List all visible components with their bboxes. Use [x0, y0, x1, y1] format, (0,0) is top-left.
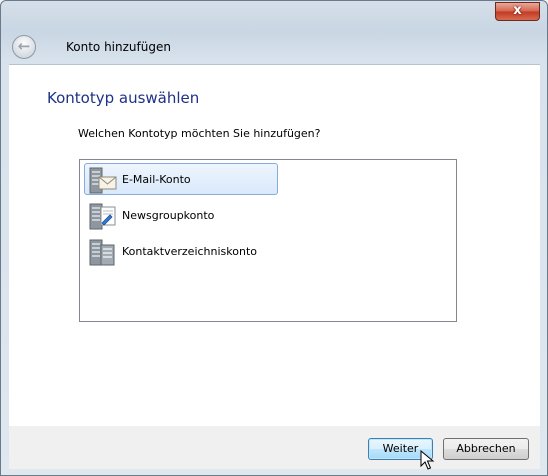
list-item-directory-account[interactable]: Kontaktverzeichniskonto [84, 235, 278, 267]
navigation-bar: ← Konto hinzufügen [9, 32, 540, 64]
item-label-directory: Kontaktverzeichniskonto [122, 245, 258, 258]
wizard-content: Kontotyp auswählen Welchen Kontotyp möch… [9, 64, 540, 428]
back-arrow-icon: ← [17, 37, 31, 55]
mouse-cursor-icon [420, 450, 435, 470]
window-frame: x ← Konto hinzufügen Kontotyp auswählen … [0, 0, 548, 476]
list-item-email-account[interactable]: E-Mail-Konto [84, 163, 278, 195]
cancel-button[interactable]: Abbrechen [443, 438, 529, 460]
account-type-list[interactable]: E-Mail-Konto Newsgroupkonto Kontaktverze… [79, 159, 457, 322]
page-heading: Kontotyp auswählen [47, 89, 200, 107]
directory-server-icon [89, 239, 115, 266]
item-label-email: E-Mail-Konto [122, 173, 191, 186]
list-item-newsgroup-account[interactable]: Newsgroupkonto [84, 199, 278, 231]
newsgroup-server-icon [89, 203, 116, 230]
back-button[interactable]: ← [12, 35, 36, 59]
close-button[interactable]: x [495, 2, 540, 21]
question-label: Welchen Kontotyp möchten Sie hinzufügen? [78, 127, 321, 140]
window-title: Konto hinzufügen [66, 40, 171, 54]
email-server-icon [89, 167, 117, 194]
button-bar: Weiter Abbrechen [9, 426, 540, 469]
item-label-newsgroup: Newsgroupkonto [122, 209, 215, 222]
